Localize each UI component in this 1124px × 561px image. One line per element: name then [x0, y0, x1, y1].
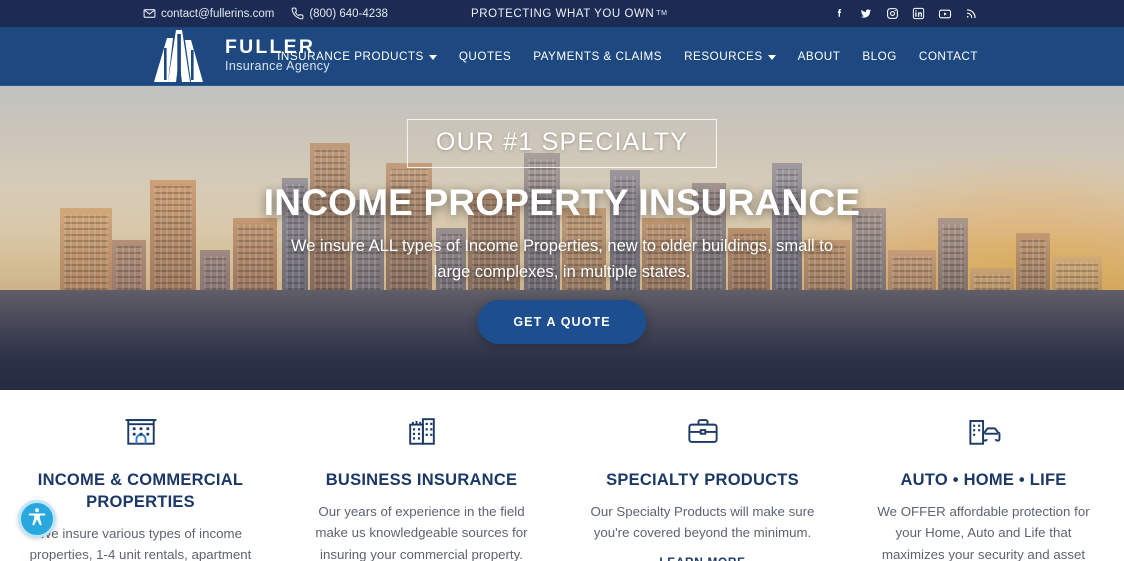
rss-icon[interactable]: [965, 7, 978, 20]
email-text: contact@fullerins.com: [161, 7, 275, 20]
feature-card-body: We OFFER affordable protection for your …: [877, 503, 1090, 561]
feature-card-body: Our years of experience in the field mak…: [315, 503, 528, 561]
trademark-mark: TM: [656, 10, 668, 17]
feature-card-business-insurance[interactable]: BUSINESS INSURANCE Our years of experien…: [281, 404, 562, 561]
feature-card-income-commercial[interactable]: INCOME & COMMERCIAL PROPERTIES We insure…: [0, 404, 281, 561]
feature-card-body: We insure various types of income proper…: [29, 525, 252, 561]
phone-icon: [291, 7, 304, 20]
nav-item-insurance-products[interactable]: INSURANCE PRODUCTS: [266, 50, 448, 63]
nav-label: QUOTES: [458, 50, 512, 63]
social-links: [833, 0, 978, 27]
email-link[interactable]: contact@fullerins.com: [143, 7, 274, 20]
nav-label: INSURANCE PRODUCTS: [277, 50, 424, 63]
envelope-icon: [143, 7, 156, 20]
feature-card-title: AUTO • HOME • LIFE: [900, 471, 1067, 489]
main-navigation: INSURANCE PRODUCTS QUOTES PAYMENTS & CLA…: [266, 27, 978, 86]
nav-item-resources[interactable]: RESOURCES: [673, 50, 787, 63]
hero-eyebrow: OUR #1 SPECIALTY: [406, 119, 718, 168]
chevron-down-icon: [428, 55, 437, 60]
nav-item-about[interactable]: ABOUT: [787, 50, 852, 63]
feature-card-body: Our Specialty Products will make sure yo…: [590, 503, 815, 541]
site-header: FULLER Insurance Agency INSURANCE PRODUC…: [0, 27, 1124, 86]
city-buildings-icon: [303, 404, 540, 458]
phone-link[interactable]: (800) 640-4238: [291, 7, 388, 20]
nav-item-blog[interactable]: BLOG: [851, 50, 907, 63]
hero-content: OUR #1 SPECIALTY INCOME PROPERTY INSURAN…: [0, 86, 1124, 390]
nav-item-contact[interactable]: CONTACT: [908, 50, 978, 63]
hero-headline: INCOME PROPERTY INSURANCE: [263, 182, 861, 223]
hero-subtext: We insure ALL types of Income Properties…: [290, 237, 834, 281]
nav-label: ABOUT: [797, 50, 841, 63]
hero-banner: OUR #1 SPECIALTY INCOME PROPERTY INSURAN…: [0, 86, 1124, 390]
nav-label: RESOURCES: [684, 50, 763, 63]
fuller-logo-icon: [146, 28, 212, 84]
building-car-icon: [865, 404, 1102, 458]
youtube-icon[interactable]: [938, 7, 952, 21]
get-a-quote-button[interactable]: GET A QUOTE: [477, 300, 647, 344]
learn-more-link[interactable]: LEARN MORE: [659, 555, 745, 561]
twitter-icon[interactable]: [859, 7, 873, 21]
feature-cards-section: INCOME & COMMERCIAL PROPERTIES We insure…: [0, 390, 1124, 561]
office-building-icon: [22, 404, 259, 458]
feature-card-title: SPECIALTY PRODUCTS: [606, 471, 799, 489]
accessibility-person-icon: [26, 506, 48, 533]
nav-item-payments-claims[interactable]: PAYMENTS & CLAIMS: [522, 50, 673, 63]
nav-item-quotes[interactable]: QUOTES: [448, 50, 522, 63]
instagram-icon[interactable]: [886, 7, 899, 20]
tagline: PROTECTING WHAT YOU OWN TM: [471, 0, 667, 27]
feature-card-specialty-products[interactable]: SPECIALTY PRODUCTS Our Specialty Product…: [562, 404, 843, 561]
phone-text: (800) 640-4238: [309, 7, 388, 20]
chevron-down-icon: [767, 55, 776, 60]
linkedin-icon[interactable]: [912, 7, 925, 20]
accessibility-widget-button[interactable]: [18, 500, 56, 538]
facebook-icon[interactable]: [833, 7, 846, 20]
nav-label: PAYMENTS & CLAIMS: [533, 50, 663, 63]
feature-card-title: INCOME & COMMERCIAL PROPERTIES: [37, 471, 244, 511]
nav-label: CONTACT: [918, 50, 978, 63]
feature-card-auto-home-life[interactable]: AUTO • HOME • LIFE We OFFER affordable p…: [843, 404, 1124, 561]
feature-card-title: BUSINESS INSURANCE: [325, 471, 518, 489]
tagline-text: PROTECTING WHAT YOU OWN: [471, 7, 655, 20]
nav-label: BLOG: [862, 50, 897, 63]
briefcase-icon: [584, 404, 821, 458]
